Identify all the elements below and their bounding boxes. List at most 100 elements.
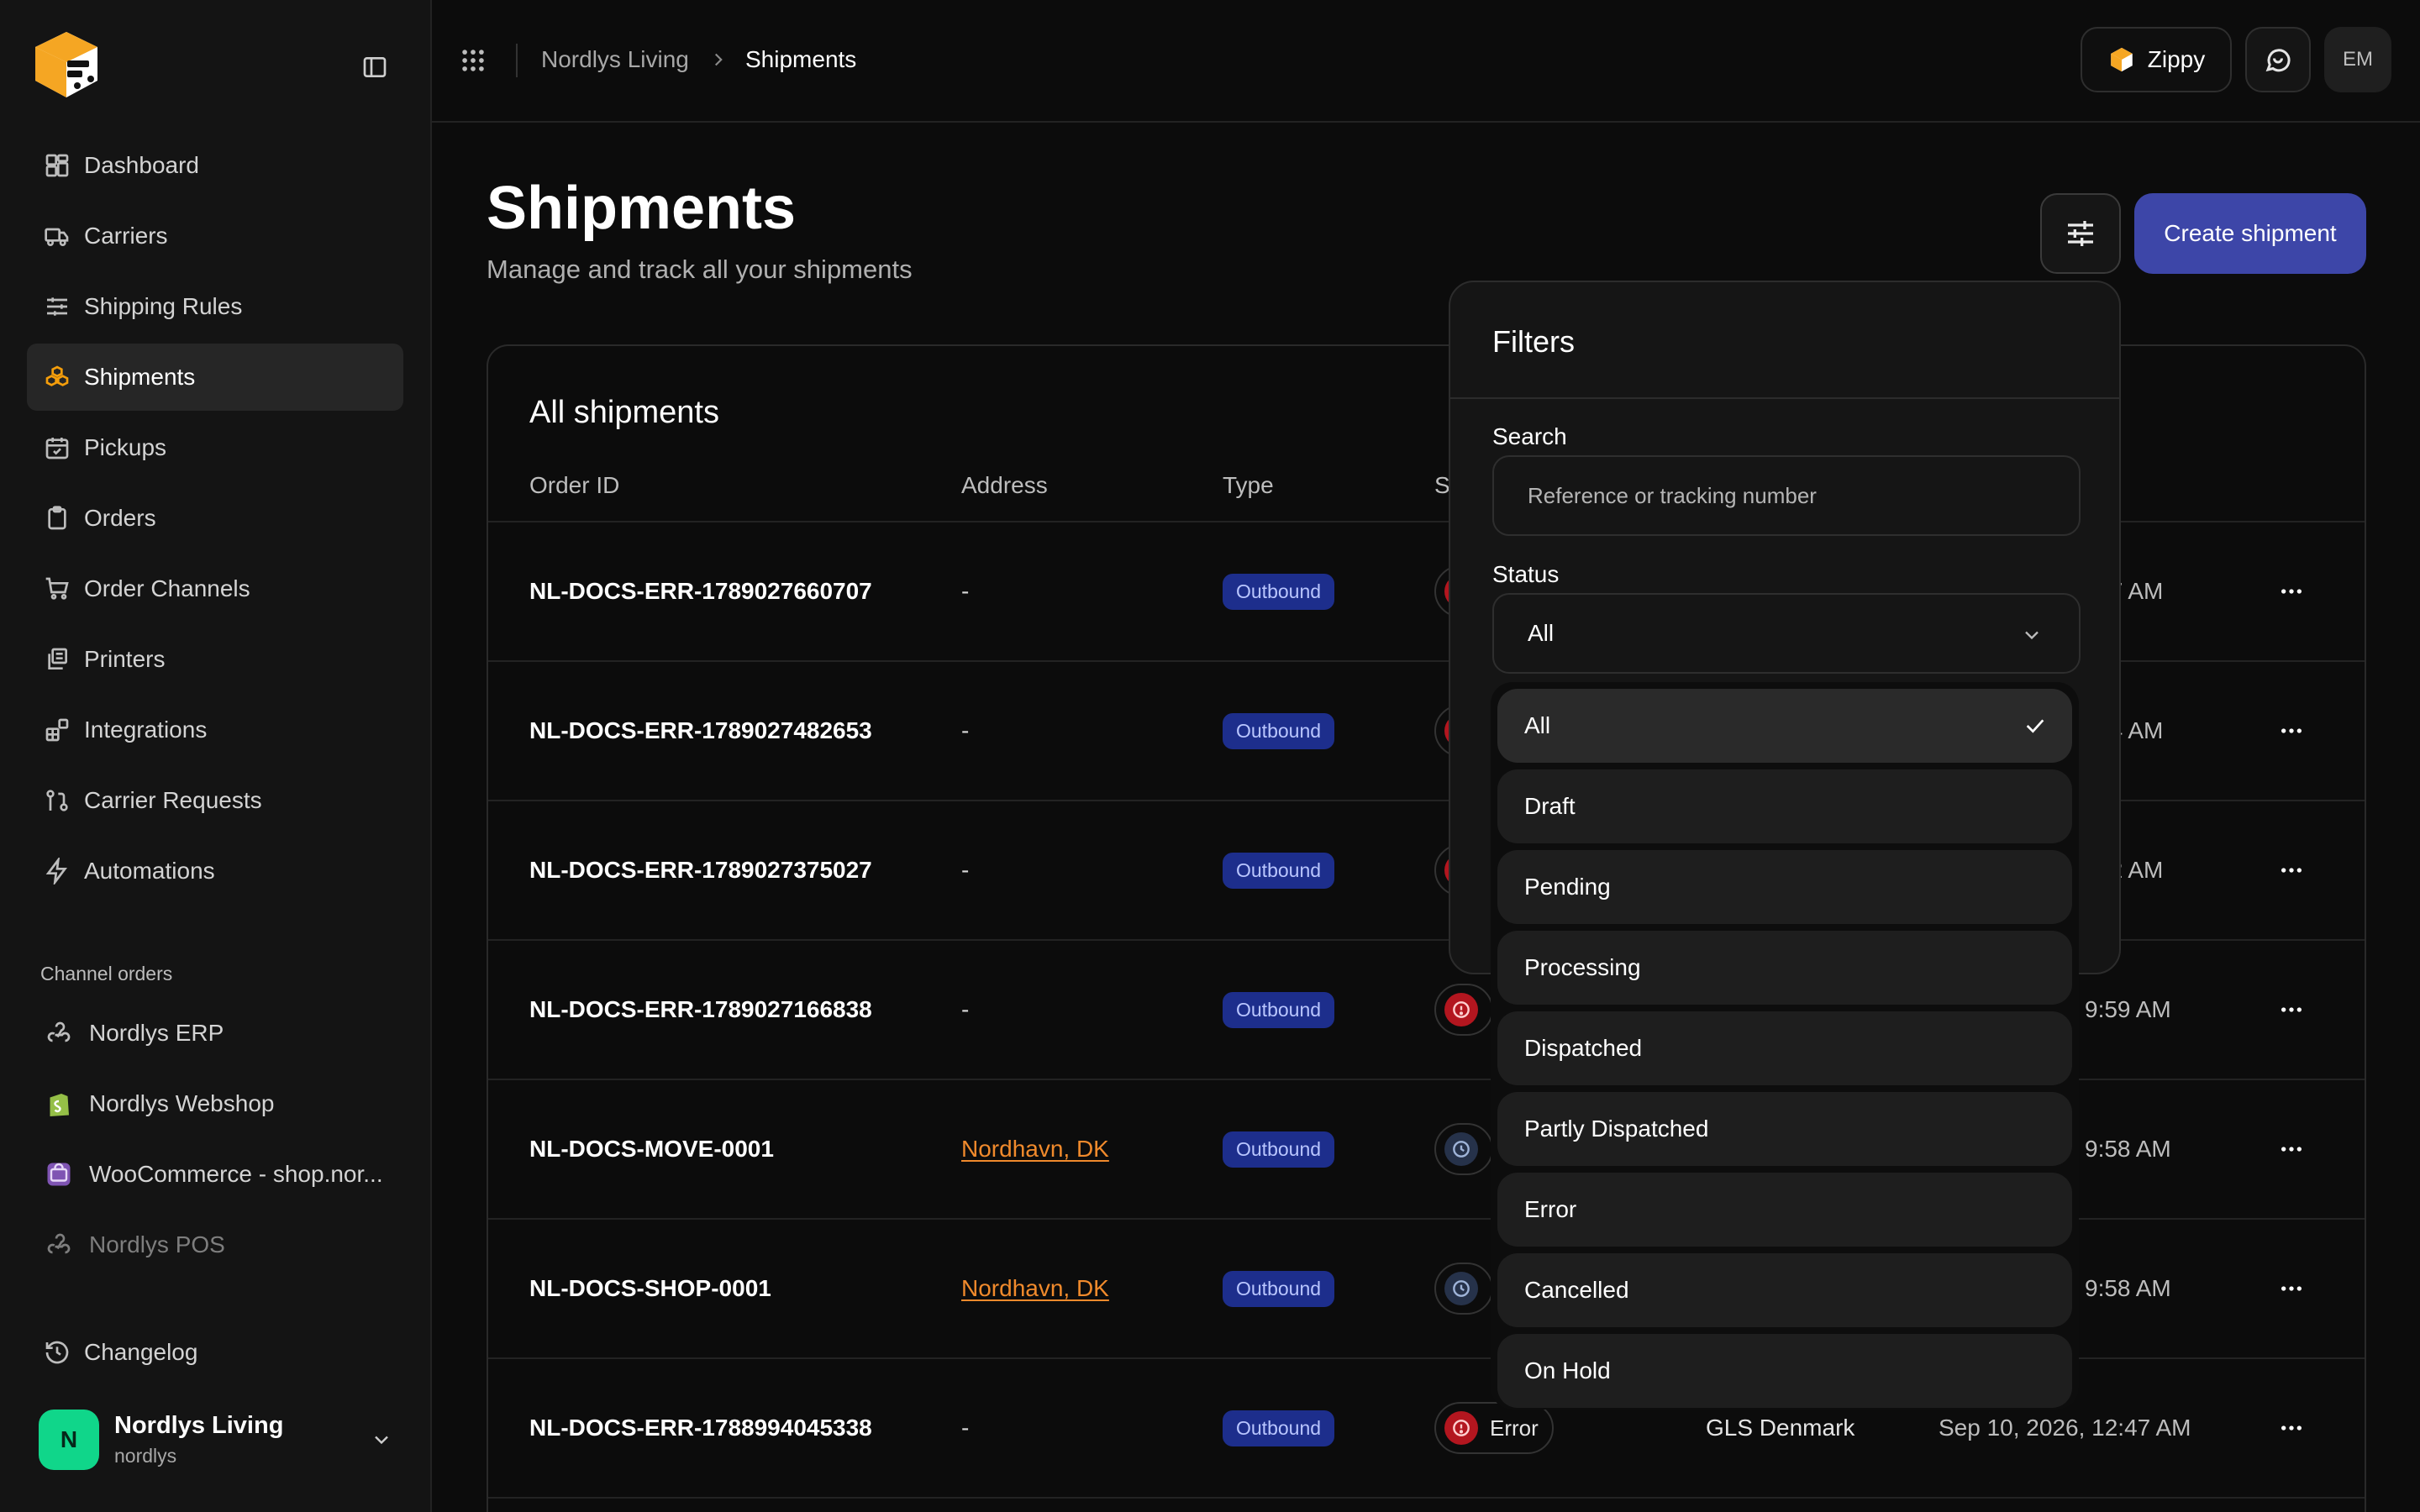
sidebar-item-carrier-requests[interactable]: Carrier Requests bbox=[27, 767, 403, 834]
option-label: On Hold bbox=[1524, 1357, 1611, 1383]
history-icon bbox=[44, 1339, 71, 1366]
row-actions-button[interactable] bbox=[2278, 801, 2305, 939]
chat-button[interactable] bbox=[2245, 27, 2311, 92]
blocks-icon bbox=[44, 717, 71, 743]
table-row[interactable]: NL-DOCS-MOVE-0001 Nordhavn, DK Outbound … bbox=[488, 1080, 2365, 1220]
status-dropdown-menu: All Draft Pending Processing Dispatched … bbox=[1491, 682, 2079, 1410]
status-label: Status bbox=[1492, 561, 1560, 587]
breadcrumb-workspace[interactable]: Nordlys Living bbox=[541, 46, 689, 73]
status-option-on-hold[interactable]: On Hold bbox=[1497, 1334, 2072, 1408]
row-actions-button[interactable] bbox=[2278, 522, 2305, 660]
order-id[interactable]: NL-DOCS-ERR-1789027375027 bbox=[529, 801, 872, 939]
sidebar-item-label: Printers bbox=[84, 646, 166, 672]
channel-item-woocommerce[interactable]: WooCommerce - shop.nor... bbox=[27, 1141, 403, 1208]
create-shipment-button[interactable]: Create shipment bbox=[2134, 193, 2366, 274]
grid-apps-icon[interactable] bbox=[459, 46, 487, 75]
app-logo[interactable] bbox=[29, 27, 104, 102]
account-name: Nordlys Living bbox=[114, 1412, 284, 1439]
printer-icon bbox=[44, 646, 71, 673]
status-option-cancelled[interactable]: Cancelled bbox=[1497, 1253, 2072, 1327]
git-pull-request-icon bbox=[44, 787, 71, 814]
search-label: Search bbox=[1492, 423, 1567, 449]
status-option-error[interactable]: Error bbox=[1497, 1173, 2072, 1247]
status-option-pending[interactable]: Pending bbox=[1497, 850, 2072, 924]
breadcrumb-current: Shipments bbox=[745, 46, 857, 72]
option-label: Cancelled bbox=[1524, 1277, 1629, 1303]
status-option-all[interactable]: All bbox=[1497, 689, 2072, 763]
channel-item-nordlys-pos[interactable]: Nordlys POS bbox=[27, 1211, 403, 1278]
sidebar-item-pickups[interactable]: Pickups bbox=[27, 414, 403, 481]
channel-item-label: Nordlys Webshop bbox=[89, 1090, 275, 1116]
page-title: Shipments bbox=[487, 175, 797, 242]
row-actions-button[interactable] bbox=[2278, 1359, 2305, 1497]
sidebar-item-label: Orders bbox=[84, 505, 156, 531]
sidebar-item-orders[interactable]: Orders bbox=[27, 485, 403, 552]
column-header-order-id[interactable]: Order ID bbox=[529, 472, 619, 499]
row-actions-button[interactable] bbox=[2278, 1080, 2305, 1218]
table-row[interactable]: NL-DOCS-SHOP-0001 Nordhavn, DK Outbound … bbox=[488, 1220, 2365, 1359]
sidebar-item-order-channels[interactable]: Order Channels bbox=[27, 555, 403, 622]
page-subtitle: Manage and track all your shipments bbox=[487, 255, 913, 284]
account-switcher[interactable]: N Nordlys Living nordlys bbox=[39, 1408, 400, 1472]
clipboard-icon bbox=[44, 505, 71, 532]
type-badge: Outbound bbox=[1223, 1131, 1335, 1168]
address-link[interactable]: Nordhavn, DK bbox=[961, 1275, 1109, 1302]
filters-toggle-button[interactable] bbox=[2040, 193, 2121, 274]
sidebar-item-shipments[interactable]: Shipments bbox=[27, 344, 403, 411]
channel-item-nordlys-webshop[interactable]: Nordlys Webshop bbox=[27, 1070, 403, 1137]
sidebar-item-label: Order Channels bbox=[84, 575, 250, 601]
row-actions-button[interactable] bbox=[2278, 1220, 2305, 1357]
column-header-status[interactable]: S bbox=[1434, 472, 1450, 499]
order-id[interactable]: NL-DOCS-SHOP-0001 bbox=[529, 1220, 771, 1357]
type-cell: Outbound bbox=[1223, 1220, 1335, 1357]
search-input[interactable] bbox=[1492, 455, 2081, 536]
sidebar-item-label: Integrations bbox=[84, 717, 208, 743]
type-cell: Outbound bbox=[1223, 941, 1335, 1079]
alert-circle-icon bbox=[1444, 993, 1478, 1026]
status-option-draft[interactable]: Draft bbox=[1497, 769, 2072, 843]
sidebar-item-dashboard[interactable]: Dashboard bbox=[27, 132, 403, 199]
type-cell: Outbound bbox=[1223, 662, 1335, 800]
sidebar-item-changelog[interactable]: Changelog bbox=[27, 1319, 403, 1386]
row-actions-button[interactable] bbox=[2278, 941, 2305, 1079]
column-header-address[interactable]: Address bbox=[961, 472, 1048, 499]
more-horizontal-icon bbox=[2278, 578, 2305, 605]
order-id[interactable]: NL-DOCS-ERR-1789027660707 bbox=[529, 522, 872, 660]
channel-item-nordlys-erp[interactable]: Nordlys ERP bbox=[27, 1000, 403, 1067]
sidebar-item-printers[interactable]: Printers bbox=[27, 626, 403, 693]
avatar: N bbox=[39, 1410, 99, 1470]
sidebar-item-carriers[interactable]: Carriers bbox=[27, 202, 403, 270]
type-badge: Outbound bbox=[1223, 712, 1335, 749]
status-option-dispatched[interactable]: Dispatched bbox=[1497, 1011, 2072, 1085]
address-link[interactable]: Nordhavn, DK bbox=[961, 1136, 1109, 1163]
order-id[interactable]: NL-DOCS-ERR-1788994045338 bbox=[529, 1359, 872, 1497]
status-cell bbox=[1434, 1220, 1493, 1357]
order-id[interactable]: NL-DOCS-ERR-1789027166838 bbox=[529, 941, 872, 1079]
shopify-icon bbox=[44, 1089, 74, 1119]
option-label: Partly Dispatched bbox=[1524, 1116, 1709, 1142]
zippy-label: Zippy bbox=[2147, 46, 2206, 72]
sliders-horizontal-icon bbox=[2064, 217, 2097, 250]
sidebar-toggle-icon[interactable] bbox=[361, 54, 388, 81]
option-label: All bbox=[1524, 712, 1551, 738]
user-avatar-button[interactable]: EM bbox=[2324, 27, 2391, 92]
row-actions-button[interactable] bbox=[2278, 662, 2305, 800]
zippy-assistant-button[interactable]: Zippy bbox=[2081, 27, 2232, 92]
order-id[interactable]: NL-DOCS-ERR-1789027482653 bbox=[529, 662, 872, 800]
status-select[interactable]: All bbox=[1492, 593, 2081, 674]
address: - bbox=[961, 717, 970, 743]
sidebar-item-automations[interactable]: Automations bbox=[27, 837, 403, 905]
column-header-type[interactable]: Type bbox=[1223, 472, 1274, 499]
sidebar-item-integrations[interactable]: Integrations bbox=[27, 696, 403, 764]
zippy-logo-icon bbox=[2107, 45, 2136, 74]
more-horizontal-icon bbox=[2278, 717, 2305, 744]
status-option-partly-dispatched[interactable]: Partly Dispatched bbox=[1497, 1092, 2072, 1166]
order-id[interactable]: NL-DOCS-MOVE-0001 bbox=[529, 1080, 774, 1218]
status-option-processing[interactable]: Processing bbox=[1497, 931, 2072, 1005]
sidebar-item-shipping-rules[interactable]: Shipping Rules bbox=[27, 273, 403, 340]
more-horizontal-icon bbox=[2278, 1415, 2305, 1441]
alert-circle-icon bbox=[1444, 1411, 1478, 1445]
table-title: All shipments bbox=[529, 395, 719, 430]
more-horizontal-icon bbox=[2278, 857, 2305, 884]
table-row[interactable]: NL-DOCS-ERR-1788994045338 - Outbound Err… bbox=[488, 1359, 2365, 1499]
